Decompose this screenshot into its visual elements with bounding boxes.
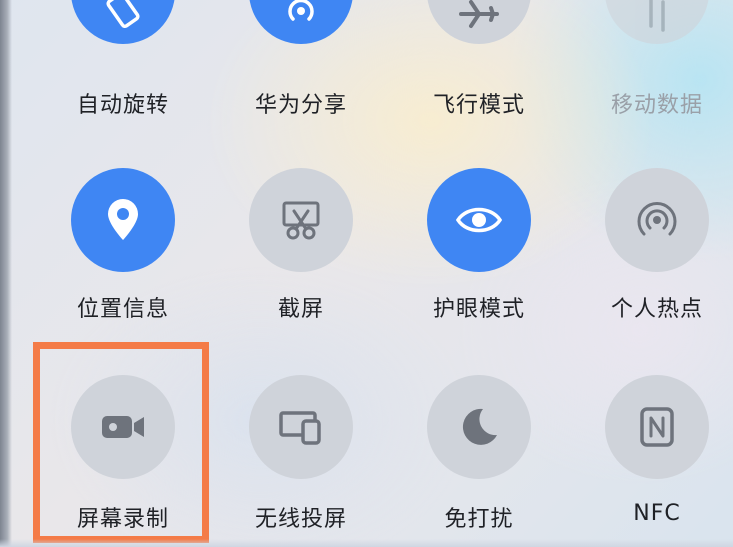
location-pin-icon [71, 168, 175, 272]
tile-label: 位置信息 [76, 297, 169, 322]
screen-bottom-edge [0, 539, 733, 547]
tile-hotspot[interactable]: 个人热点 [577, 168, 733, 328]
tile-eye-comfort[interactable]: 护眼模式 [399, 168, 559, 328]
huawei-share-icon [249, 0, 353, 44]
tile-airplane-mode[interactable]: 飞行模式 [399, 0, 559, 118]
screenshot-scissors-icon [249, 168, 353, 272]
airplane-icon [427, 0, 531, 44]
tile-nfc[interactable]: NFC [577, 375, 733, 535]
tile-screenshot[interactable]: 截屏 [221, 168, 381, 328]
tile-do-not-disturb[interactable]: 免打扰 [399, 375, 559, 535]
screen-left-edge [0, 0, 12, 547]
moon-icon [427, 375, 531, 479]
tile-label: 截屏 [277, 297, 324, 322]
hotspot-icon [605, 168, 709, 272]
nfc-icon [605, 375, 709, 479]
mobile-data-icon [605, 0, 709, 44]
tile-label: NFC [633, 501, 681, 526]
tile-huawei-share[interactable]: 华为分享 [221, 0, 381, 118]
tile-label: 无线投屏 [254, 507, 347, 532]
tile-label: 自动旋转 [76, 93, 169, 118]
wireless-projection-icon [249, 375, 353, 479]
auto-rotate-icon [71, 0, 175, 44]
eye-icon [427, 168, 531, 272]
tile-location[interactable]: 位置信息 [43, 168, 203, 328]
tile-label: 飞行模式 [432, 93, 525, 118]
tile-mobile-data: 移动数据 [577, 0, 733, 118]
tile-label: 华为分享 [254, 93, 347, 118]
tile-auto-rotate[interactable]: 自动旋转 [43, 0, 203, 118]
tile-label: 护眼模式 [432, 297, 525, 322]
tile-label: 个人热点 [610, 297, 703, 322]
highlight-box [33, 342, 209, 543]
tile-label: 移动数据 [610, 93, 703, 118]
tile-label: 免打扰 [444, 507, 514, 532]
tile-wireless-projection[interactable]: 无线投屏 [221, 375, 381, 535]
